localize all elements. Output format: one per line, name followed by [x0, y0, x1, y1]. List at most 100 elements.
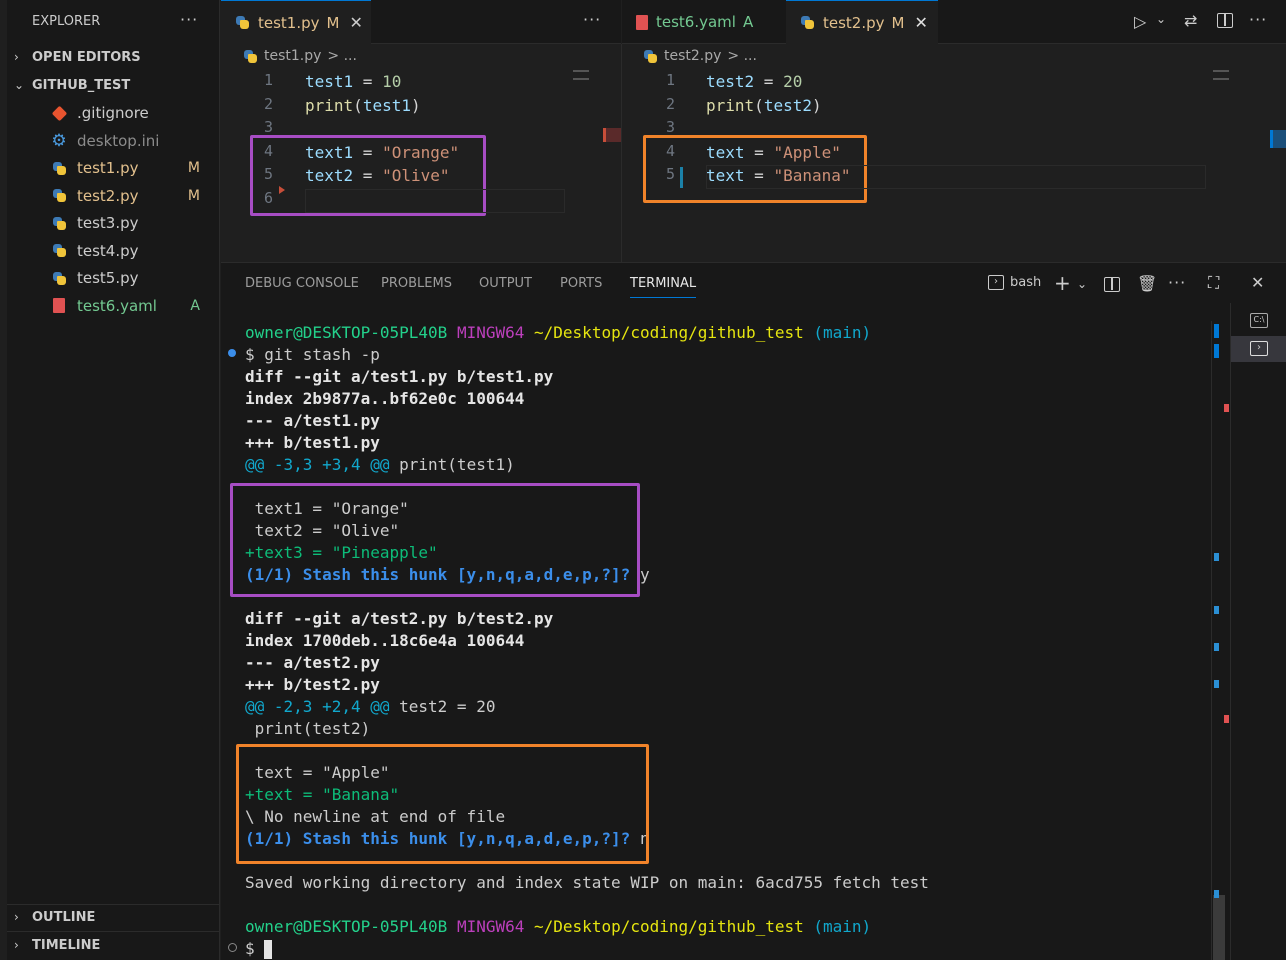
breadcrumb-rest[interactable]: > ... [727, 48, 757, 64]
code-function: print [305, 95, 354, 115]
yaml-icon [50, 297, 68, 315]
tab-test1-py[interactable]: test1.py M ✕ [221, 0, 371, 44]
overview-ruler-mark [1214, 553, 1219, 561]
close-icon[interactable]: ✕ [914, 13, 927, 32]
trash-icon[interactable]: 🗑 [1137, 274, 1157, 293]
tab-terminal[interactable]: TERMINAL [630, 276, 697, 298]
file-item[interactable]: test2.py M [50, 184, 210, 208]
yaml-icon [636, 14, 648, 30]
close-panel-icon[interactable]: ✕ [1251, 273, 1264, 292]
explorer-more-button[interactable]: ··· [180, 10, 198, 29]
terminal-scrollbar[interactable] [1211, 321, 1225, 960]
code-value: 20 [783, 72, 803, 91]
tab-test6-yaml[interactable]: test6.yaml A [622, 0, 786, 44]
tab-ports[interactable]: PORTS [560, 276, 602, 291]
chevron-down-icon[interactable]: ⌄ [1077, 277, 1087, 291]
prompt-env: MINGW64 [456, 917, 525, 936]
split-terminal-icon[interactable] [1104, 277, 1120, 292]
timeline-section[interactable]: › TIMELINE [14, 934, 100, 956]
maximize-icon[interactable]: ⛶ [1208, 273, 1219, 293]
code-argument: test1 [362, 95, 411, 115]
hunk-header-line: @@ -2,3 +2,4 @@ test2 = 20 [245, 696, 495, 718]
editor-more-button[interactable]: ··· [583, 10, 601, 29]
minimap-change-marker [603, 128, 621, 142]
breadcrumb-file[interactable]: test2.py [664, 48, 721, 64]
minimap[interactable] [573, 70, 589, 80]
scrollbar-thumb[interactable] [1213, 895, 1225, 960]
git-status-badge: A [190, 297, 200, 314]
terminal-text: index 2b9877a..bf62e0c 100644 [245, 389, 525, 408]
file-item[interactable]: test4.py [50, 239, 210, 263]
hunk-header: @@ -2,3 +2,4 @@ [245, 697, 390, 716]
compare-changes-icon[interactable]: ⇄ [1184, 11, 1197, 30]
file-item[interactable]: test5.py [50, 266, 210, 290]
diff-header-line: index 2b9877a..bf62e0c 100644 [245, 388, 524, 410]
outline-section[interactable]: › OUTLINE [14, 906, 95, 928]
chevron-right-icon: › [14, 910, 19, 924]
code-line[interactable]: test1 = 10 [305, 70, 401, 94]
tab-label: test6.yaml [656, 13, 736, 31]
terminal-text: +++ b/test1.py [245, 433, 380, 452]
editor-more-button[interactable]: ··· [1249, 10, 1267, 29]
terminal-text: --- a/test1.py [245, 411, 380, 430]
folder-section[interactable]: ⌄ GITHUB_TEST [14, 74, 130, 96]
code-value: 10 [382, 72, 402, 91]
git-icon [50, 104, 68, 122]
breadcrumb-file[interactable]: test1.py [264, 48, 321, 64]
explorer-title: EXPLORER [32, 14, 101, 29]
code-line[interactable]: print(test2) [706, 94, 822, 118]
terminal-shell-button[interactable]: › bash [988, 275, 1041, 290]
file-item[interactable]: ⚙ desktop.ini [50, 129, 210, 153]
outline-label: OUTLINE [32, 909, 96, 925]
overview-ruler-mark [1214, 890, 1219, 898]
file-item[interactable]: test6.yaml A [50, 294, 210, 318]
command-pending-dot-icon[interactable] [228, 943, 237, 952]
line-number: 2 [665, 94, 675, 113]
code-function: print [706, 95, 755, 115]
terminal-text: diff --git a/test2.py b/test2.py [245, 609, 554, 628]
panel-more-button[interactable]: ··· [1168, 273, 1186, 292]
tab-test2-py[interactable]: test2.py M ✕ [786, 0, 938, 44]
file-name: test4.py [77, 241, 139, 260]
hunk-header: @@ -3,3 +3,4 @@ [245, 455, 390, 474]
diff-header-line: index 1700deb..18c6e4a 100644 [245, 630, 524, 652]
file-item[interactable]: test1.py M [50, 156, 210, 180]
chevron-right-icon: › [14, 938, 19, 952]
split-editor-icon[interactable] [1217, 13, 1233, 28]
modified-badge: M [326, 13, 340, 32]
tab-label: test1.py [258, 13, 320, 32]
minimap[interactable] [1213, 70, 1229, 80]
tab-label: test2.py [823, 13, 885, 32]
close-icon[interactable]: ✕ [349, 13, 362, 32]
saved-message-line: Saved working directory and index state … [245, 872, 929, 894]
file-name: .gitignore [77, 104, 149, 122]
python-icon [50, 242, 68, 260]
cmd-terminal-icon[interactable]: C:\ [1250, 313, 1268, 328]
tab-problems[interactable]: PROBLEMS [381, 276, 452, 291]
open-editors-section[interactable]: › OPEN EDITORS [14, 46, 141, 68]
tab-output[interactable]: OUTPUT [479, 276, 532, 291]
diff-header-line: +++ b/test1.py [245, 432, 380, 454]
terminal-prompt: owner@DESKTOP-05PL40B MINGW64 ~/Desktop/… [245, 916, 871, 938]
chevron-right-icon: › [14, 50, 19, 64]
prompt-user: owner@DESKTOP-05PL40B [245, 917, 448, 936]
line-number: 2 [263, 94, 273, 113]
terminal-text: print(test1) [389, 455, 515, 474]
add-terminal-icon[interactable]: + [1054, 271, 1071, 295]
gear-icon: ⚙ [51, 130, 67, 151]
prompt-env: MINGW64 [456, 323, 525, 342]
chevron-down-icon[interactable]: ⌄ [1156, 12, 1166, 26]
command-success-dot-icon[interactable] [228, 349, 236, 357]
activity-edge [0, 0, 7, 960]
breadcrumb-rest[interactable]: > ... [327, 48, 357, 64]
python-icon [800, 15, 815, 30]
tab-debug-console[interactable]: DEBUG CONSOLE [245, 276, 359, 291]
python-icon [235, 15, 250, 30]
file-item[interactable]: test3.py [50, 211, 210, 235]
bash-terminal-icon[interactable]: › [1250, 341, 1268, 356]
code-line[interactable]: test2 = 20 [706, 70, 802, 94]
terminal-text: index 1700deb..18c6e4a 100644 [245, 631, 525, 650]
code-line[interactable]: print(test1) [305, 94, 421, 118]
run-icon[interactable]: ▷ [1134, 12, 1146, 31]
file-item[interactable]: .gitignore [50, 101, 210, 125]
